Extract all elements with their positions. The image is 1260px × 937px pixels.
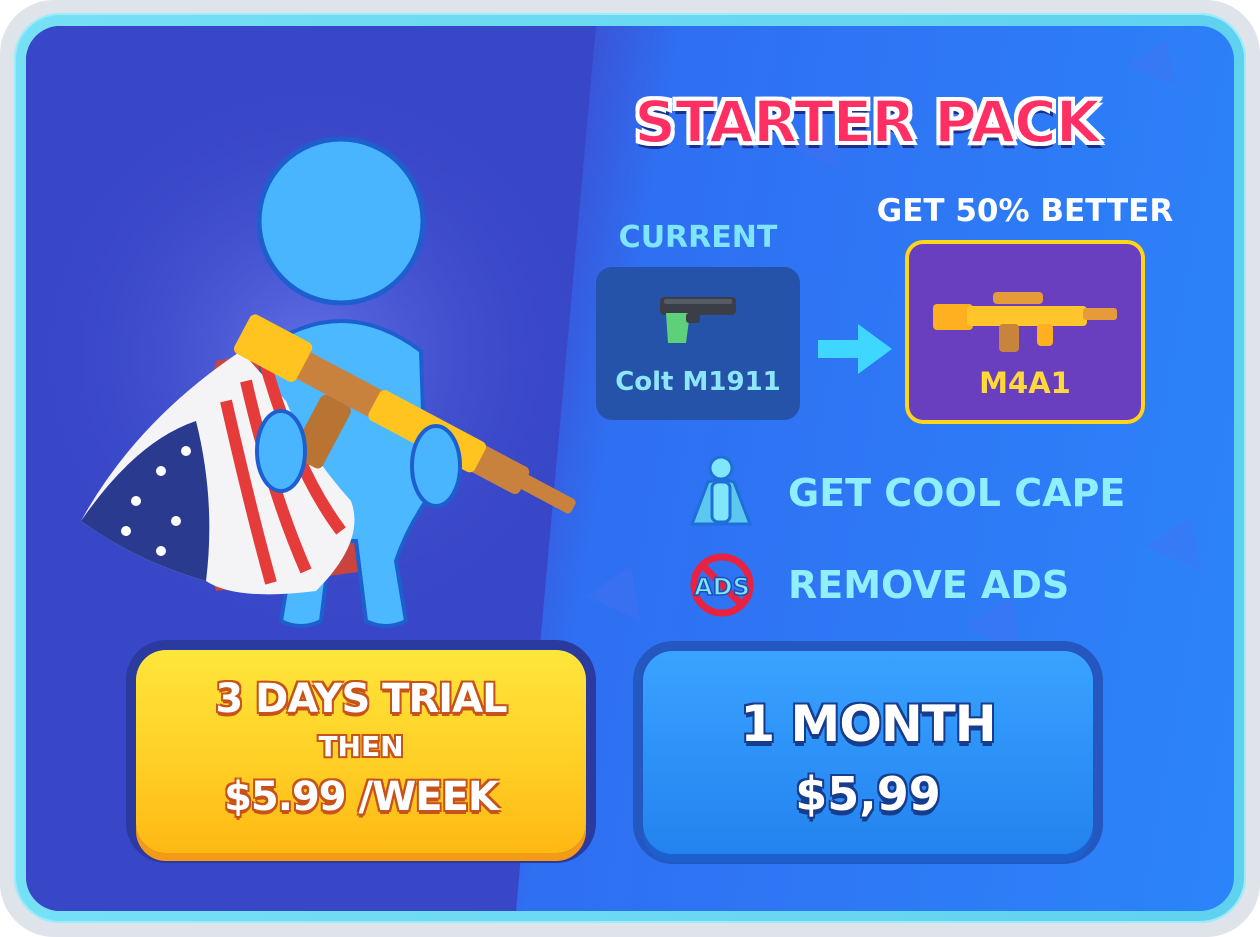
trial-purchase-button[interactable]: 3 DAYS TRIAL THEN $5.99 /WEEK xyxy=(136,650,586,853)
current-weapon-label: CURRENT xyxy=(618,220,778,255)
pistol-icon xyxy=(660,297,736,343)
starter-pack-dialog: STARTER PACK CURRENT GET 50% BETTER Colt… xyxy=(26,26,1234,911)
trial-price: $5.99 /WEEK xyxy=(224,774,499,820)
no-ads-icon-text: ADS xyxy=(694,573,750,601)
month-title: 1 MONTH xyxy=(740,695,996,753)
new-weapon-card[interactable]: M4A1 xyxy=(905,240,1145,424)
current-weapon-card: Colt M1911 xyxy=(596,267,800,420)
trial-then: THEN xyxy=(318,730,404,763)
arrow-right-icon xyxy=(818,324,892,374)
no-ads-icon: ADS xyxy=(690,553,754,617)
perk-remove-ads: REMOVE ADS xyxy=(788,563,1070,607)
trial-title: 3 DAYS TRIAL xyxy=(215,676,507,722)
offer-title: STARTER PACK xyxy=(633,87,1101,157)
rifle-icon xyxy=(933,292,1117,352)
upgrade-label: GET 50% BETTER xyxy=(876,193,1174,229)
new-weapon-name: M4A1 xyxy=(979,366,1071,400)
month-price: $5,99 xyxy=(795,767,941,821)
hero-character-icon xyxy=(81,136,576,628)
monthly-purchase-button[interactable]: 1 MONTH $5,99 xyxy=(643,651,1093,854)
perk-cool-cape: GET COOL CAPE xyxy=(788,471,1126,515)
cape-figure-icon xyxy=(689,455,753,526)
current-weapon-name: Colt M1911 xyxy=(615,367,781,397)
